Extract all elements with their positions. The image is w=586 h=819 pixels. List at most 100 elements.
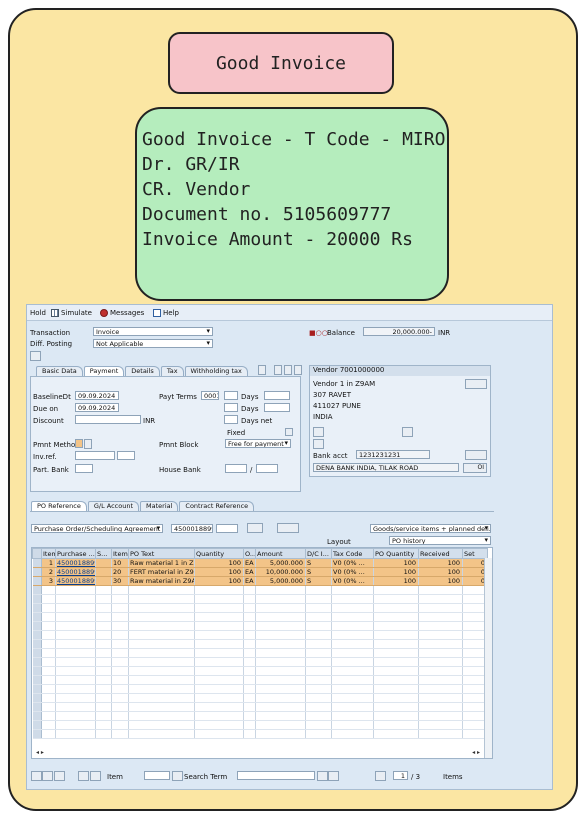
table-cell[interactable]: [194, 657, 244, 667]
table-cell[interactable]: [331, 657, 374, 667]
column-header[interactable]: PO Quantity: [373, 548, 419, 559]
column-header[interactable]: Item: [111, 548, 129, 559]
table-cell[interactable]: [55, 621, 96, 631]
table-cell[interactable]: [418, 720, 463, 730]
table-cell[interactable]: [111, 603, 129, 613]
table-cell[interactable]: [243, 720, 256, 730]
table-cell[interactable]: [331, 648, 374, 658]
table-cell[interactable]: [194, 720, 244, 730]
column-header[interactable]: O...: [243, 548, 256, 559]
table-row[interactable]: [32, 612, 488, 622]
table-cell[interactable]: [255, 594, 306, 604]
tab-basic-data[interactable]: Basic Data: [36, 366, 83, 376]
table-cell[interactable]: [194, 693, 244, 703]
tab-tax[interactable]: Tax: [160, 366, 184, 376]
table-row[interactable]: 3450001889930Raw material in Z9A...100EA…: [32, 576, 488, 586]
table-cell[interactable]: 100: [418, 576, 463, 586]
table-cell[interactable]: [111, 612, 129, 622]
table-cell[interactable]: [111, 720, 129, 730]
table-cell[interactable]: [255, 711, 306, 721]
days-net-input[interactable]: [224, 415, 238, 424]
table-cell[interactable]: 2: [41, 567, 56, 577]
table-cell[interactable]: [55, 648, 96, 658]
table-cell[interactable]: [418, 621, 463, 631]
table-cell[interactable]: [41, 702, 56, 712]
simulate-button[interactable]: Simulate: [51, 309, 92, 317]
table-cell[interactable]: 100: [194, 567, 244, 577]
page-current-input[interactable]: 1: [393, 771, 408, 780]
table-cell[interactable]: [95, 711, 112, 721]
table-cell[interactable]: [255, 684, 306, 694]
table-cell[interactable]: [255, 585, 306, 595]
table-row[interactable]: [32, 693, 488, 703]
table-cell[interactable]: [111, 585, 129, 595]
table-cell[interactable]: [194, 711, 244, 721]
table-cell[interactable]: [243, 693, 256, 703]
vendor-edit-icon[interactable]: [313, 439, 324, 449]
table-cell[interactable]: [111, 693, 129, 703]
table-cell[interactable]: [194, 684, 244, 694]
table-cell[interactable]: [305, 657, 332, 667]
column-header[interactable]: Quantity: [194, 548, 244, 559]
table-cell[interactable]: [41, 612, 56, 622]
table-cell[interactable]: [418, 684, 463, 694]
table-cell[interactable]: [331, 720, 374, 730]
table-cell[interactable]: [373, 621, 419, 631]
table-cell[interactable]: 100: [194, 558, 244, 568]
table-cell[interactable]: [111, 630, 129, 640]
table-row[interactable]: [32, 603, 488, 613]
table-cell[interactable]: [305, 639, 332, 649]
table-cell[interactable]: [95, 558, 112, 568]
table-row[interactable]: [32, 729, 488, 739]
table-cell[interactable]: [373, 630, 419, 640]
table-cell[interactable]: [95, 702, 112, 712]
vendor-display-icon[interactable]: [465, 379, 487, 389]
table-cell[interactable]: [373, 585, 419, 595]
table-cell[interactable]: [243, 585, 256, 595]
table-cell[interactable]: [128, 603, 195, 613]
table-filter-icon[interactable]: [90, 771, 101, 781]
table-cell[interactable]: [95, 693, 112, 703]
column-header[interactable]: Set: [462, 548, 488, 559]
table-cell[interactable]: EA: [243, 558, 256, 568]
table-cell[interactable]: [331, 639, 374, 649]
table-cell[interactable]: [418, 657, 463, 667]
table-cell[interactable]: [305, 648, 332, 658]
select-all-cell[interactable]: [32, 548, 42, 559]
table-cell[interactable]: [95, 576, 112, 586]
table-cell[interactable]: [55, 639, 96, 649]
row-selector[interactable]: [32, 630, 42, 640]
row-selector[interactable]: [32, 585, 42, 595]
table-cell[interactable]: [243, 657, 256, 667]
table-cell[interactable]: [128, 594, 195, 604]
table-cell[interactable]: [95, 729, 112, 739]
page-icon[interactable]: [375, 771, 386, 781]
table-cell[interactable]: [243, 612, 256, 622]
table-cell[interactable]: [41, 603, 56, 613]
tab-withholding-tax[interactable]: Withholding tax: [184, 366, 248, 376]
table-cell[interactable]: [41, 720, 56, 730]
tab-list-icon[interactable]: [258, 365, 266, 375]
po-item-input[interactable]: [216, 524, 238, 533]
table-cell[interactable]: [128, 684, 195, 694]
table-cell[interactable]: [95, 612, 112, 622]
table-cell[interactable]: [305, 612, 332, 622]
table-cell[interactable]: 4500018899: [55, 558, 96, 568]
table-cell[interactable]: [255, 648, 306, 658]
table-cell[interactable]: [255, 612, 306, 622]
table-cell[interactable]: [128, 666, 195, 676]
table-cell[interactable]: [111, 711, 129, 721]
table-cell[interactable]: [41, 693, 56, 703]
table-cell[interactable]: [255, 675, 306, 685]
table-cell[interactable]: Raw material in Z9A...: [128, 576, 195, 586]
table-cell[interactable]: [305, 594, 332, 604]
table-cell[interactable]: [418, 603, 463, 613]
table-cell[interactable]: [243, 648, 256, 658]
discount-input[interactable]: [75, 415, 141, 424]
table-cell[interactable]: [95, 684, 112, 694]
table-cell[interactable]: [418, 585, 463, 595]
table-cell[interactable]: 100: [373, 558, 419, 568]
table-cell[interactable]: [111, 621, 129, 631]
table-cell[interactable]: [305, 621, 332, 631]
table-row[interactable]: [32, 594, 488, 604]
